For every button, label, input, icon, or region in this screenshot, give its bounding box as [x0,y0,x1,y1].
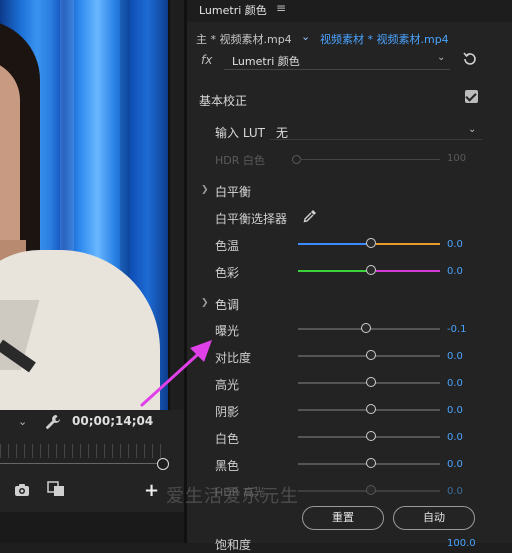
add-button-icon[interactable]: + [144,480,159,501]
tint-track-left[interactable] [298,270,368,272]
temperature-track-left[interactable] [298,243,368,245]
hdr-white-label: HDR 白色 [215,154,265,167]
chevron-down-icon[interactable]: ❯ [201,298,209,308]
chevron-down-icon[interactable]: ⌄ [437,52,445,63]
tint-slider-knob[interactable] [366,265,376,275]
wb-selector-label: 白平衡选择器 [215,212,288,226]
reset-effect-icon[interactable] [462,51,478,67]
blacks-value[interactable]: 0.0 [447,459,463,470]
tone-header[interactable]: 色调 [215,296,239,313]
temperature-label: 色温 [215,239,240,253]
basic-correction-checkbox[interactable] [465,90,478,103]
blacks-slider-knob[interactable] [366,458,376,468]
video-border [168,0,170,410]
contrast-value[interactable]: 0.0 [447,351,463,362]
shadows-slider-knob[interactable] [366,404,376,414]
basic-correction-header[interactable]: 基本校正 [199,92,247,109]
reset-button[interactable]: 重置 [302,506,384,530]
highlights-slider-knob[interactable] [366,377,376,387]
whites-slider-knob[interactable] [366,431,376,441]
contrast-label: 对比度 [215,351,252,365]
hdr-white-value[interactable]: 100 [447,153,466,164]
fx-label: fx [201,53,213,67]
blacks-label: 黑色 [215,459,240,473]
exposure-label: 曝光 [215,324,240,338]
chevron-down-icon[interactable]: ⌄ [301,30,310,43]
camera-icon[interactable] [14,483,30,497]
shadows-value[interactable]: 0.0 [447,405,463,416]
effect-select-value[interactable]: Lumetri 颜色 [232,53,300,69]
compare-view-icon[interactable] [46,480,66,498]
auto-button[interactable]: 自动 [393,506,475,530]
hamburger-icon[interactable]: ≡ [276,1,286,15]
highlights-label: 高光 [215,378,240,392]
timeline-footer [0,512,184,543]
tint-label: 色彩 [215,266,240,280]
whites-label: 白色 [215,432,240,446]
hdr-highlights-slider-knob[interactable] [366,485,376,495]
white-balance-header[interactable]: 白平衡 [215,183,251,200]
exposure-value[interactable]: -0.1 [447,324,467,335]
saturation-label: 饱和度 [215,538,252,552]
wrench-icon[interactable] [44,413,62,431]
playhead-handle[interactable] [157,458,169,470]
hdr-highlights-value[interactable]: 0.0 [447,486,463,497]
whites-value[interactable]: 0.0 [447,432,463,443]
hdr-white-slider-track[interactable] [300,159,440,160]
chevron-down-icon[interactable]: ⌄ [468,124,476,135]
timecode: 00;00;14;04 [72,414,154,428]
sequence-clip-tab[interactable]: 视频素材 * 视频素材.mp4 [320,31,449,47]
highlights-value[interactable]: 0.0 [447,378,463,389]
exposure-slider-knob[interactable] [361,323,371,333]
input-lut-label: 输入 LUT [215,126,266,140]
temperature-slider-knob[interactable] [366,238,376,248]
timeline-ruler[interactable] [0,444,164,458]
temperature-track-right[interactable] [376,243,440,245]
panel-title[interactable]: Lumetri 颜色 [199,2,267,18]
contrast-slider-knob[interactable] [366,350,376,360]
video-preview [0,0,168,410]
eyedropper-icon[interactable] [303,209,317,223]
fit-dropdown-chevron-icon[interactable]: ⌄ [18,415,27,428]
input-lut-underline [270,139,482,140]
watermark: 爱生活爱乐元生 [166,486,299,507]
saturation-value[interactable]: 100.0 [447,538,476,549]
temperature-value[interactable]: 0.0 [447,239,463,250]
shadows-label: 阴影 [215,405,240,419]
chevron-down-icon[interactable]: ❯ [201,185,209,195]
timeline-track[interactable] [0,463,157,464]
tint-value[interactable]: 0.0 [447,266,463,277]
master-clip-tab[interactable]: 主 * 视频素材.mp4 [196,31,292,47]
tint-track-right[interactable] [376,270,440,272]
